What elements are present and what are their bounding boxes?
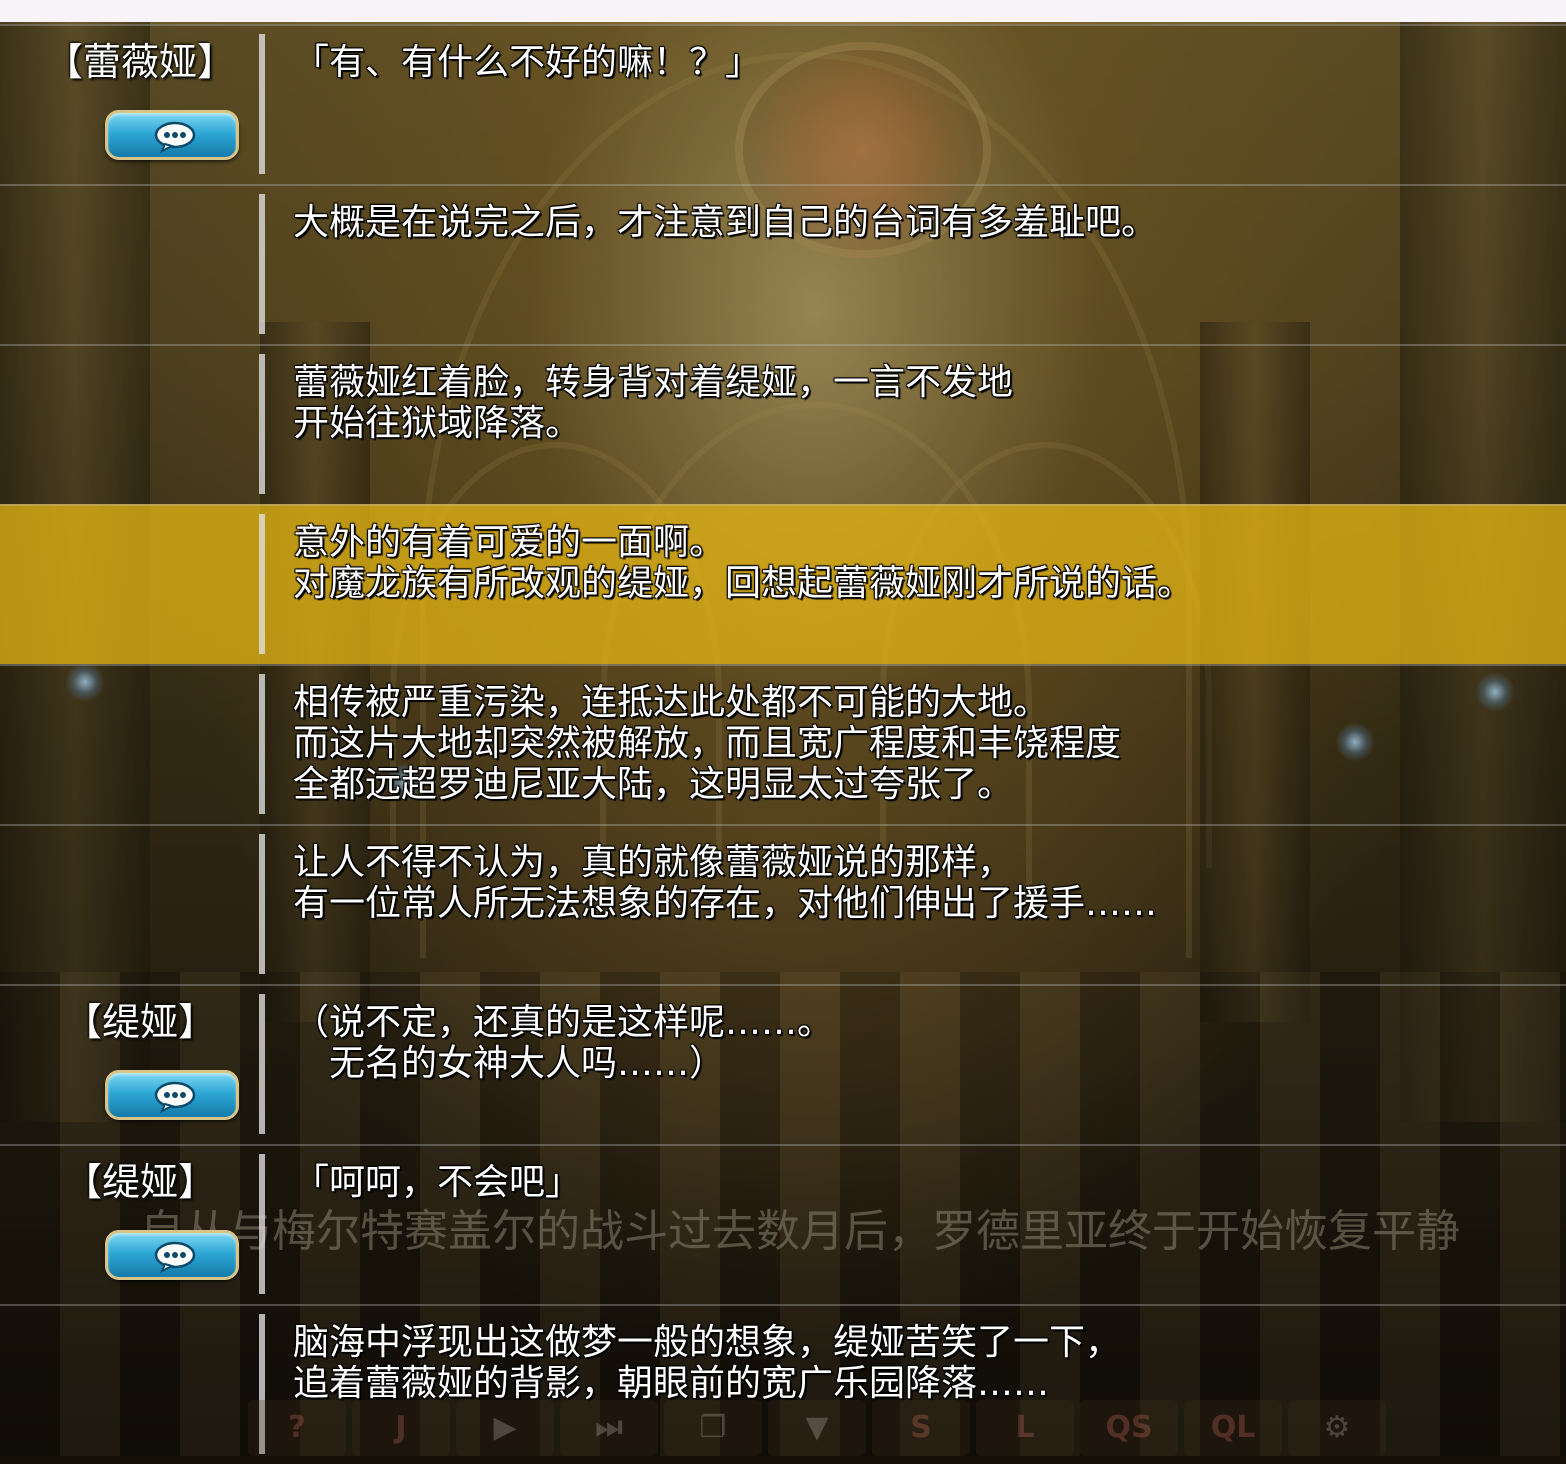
log-entry[interactable]: 让人不得不认为，真的就像蕾薇娅说的那样， 有一位常人所无法想象的存在，对他们伸出… [0,824,1566,984]
quick-button-label: S [910,1410,932,1445]
backlog-list[interactable]: 【蕾薇娅】 「有、有什么不好的嘛！？」大概是在说完之后，才注意到自己的台词有多羞耻… [0,24,1566,1464]
quick-button-jump[interactable]: J [352,1400,450,1456]
speaker-name: 【缇娅】 [63,1160,216,1204]
dialogue-text: （说不定，还真的是这样呢……。 无名的女神大人吗……） [293,1002,834,1084]
quick-button-copy[interactable]: ❐ [664,1400,762,1456]
quick-menu-bar: ? J ▶ ⏭ ❐ ▼ S L QS QL ⚙ [248,1400,1566,1456]
quick-button-label: ? [288,1410,306,1445]
quick-button-label: QS [1105,1410,1153,1445]
log-entry[interactable]: 【缇娅】 （说不定，还真的是这样呢……。 无名的女神大人吗……） [0,984,1566,1144]
quick-button-quickload[interactable]: QL [1184,1400,1282,1456]
gear-icon: ⚙ [1323,1410,1351,1445]
play-icon: ▶ [493,1410,517,1445]
divider-line [259,674,265,814]
log-entry[interactable]: 【蕾薇娅】 「有、有什么不好的嘛！？」 [0,24,1566,184]
quick-button-label: QL [1210,1410,1256,1445]
dialogue-text: 脑海中浮现出这做梦一般的想象，缇娅苦笑了一下， 追着蕾薇娅的背影，朝眼前的宽广乐… [293,1322,1122,1404]
skip-icon: ⏭ [595,1410,623,1445]
quick-button-label: J [395,1410,407,1445]
divider-line [259,514,265,654]
quick-button-load[interactable]: L [976,1400,1074,1456]
speaker-name: 【蕾薇娅】 [44,40,235,84]
quick-button-skip[interactable]: ⏭ [560,1400,658,1456]
voice-replay-button[interactable] [105,1230,239,1280]
divider-line [259,1154,265,1294]
divider-line [259,994,265,1134]
dialogue-text: 让人不得不认为，真的就像蕾薇娅说的那样， 有一位常人所无法想象的存在，对他们伸出… [293,842,1158,924]
divider-line [259,834,265,974]
divider-line [259,34,265,174]
dialogue-text: 蕾薇娅红着脸，转身背对着缇娅，一言不发地 开始往狱域降落。 [293,362,1014,444]
log-entry[interactable]: 大概是在说完之后，才注意到自己的台词有多羞耻吧。 [0,184,1566,344]
quick-button-play[interactable]: ▶ [456,1400,554,1456]
dialogue-text: 「有、有什么不好的嘛！？」 [293,42,762,83]
quick-button-quicksave[interactable]: QS [1080,1400,1178,1456]
quick-button-help[interactable]: ? [248,1400,346,1456]
log-entry[interactable]: 相传被严重污染，连抵达此处都不可能的大地。 而这片大地却突然被解放，而且宽广程度… [0,664,1566,824]
dialogue-text: 大概是在说完之后，才注意到自己的台词有多羞耻吧。 [293,202,1158,243]
divider-line [259,354,265,494]
voice-replay-button[interactable] [105,1070,239,1120]
quick-button-chevron-down[interactable]: ▼ [768,1400,866,1456]
voice-replay-button[interactable] [105,110,239,160]
quick-button-save[interactable]: S [872,1400,970,1456]
dialogue-text: 相传被严重污染，连抵达此处都不可能的大地。 而这片大地却突然被解放，而且宽广程度… [293,682,1122,805]
dialogue-text: 意外的有着可爱的一面啊。 对魔龙族有所改观的缇娅，回想起蕾薇娅刚才所说的话。 [293,522,1194,604]
dialogue-text: 「呵呵，不会吧」 [293,1162,582,1203]
copy-icon: ❐ [699,1410,727,1445]
log-entry[interactable]: 意外的有着可爱的一面啊。 对魔龙族有所改观的缇娅，回想起蕾薇娅刚才所说的话。 [0,504,1566,664]
log-entry[interactable]: 蕾薇娅红着脸，转身背对着缇娅，一言不发地 开始往狱域降落。 [0,344,1566,504]
chevron-down-icon: ▼ [805,1410,829,1445]
quick-button-gear[interactable]: ⚙ [1288,1400,1386,1456]
quick-button-label: L [1015,1410,1035,1445]
log-entry[interactable]: 【缇娅】 「呵呵，不会吧」 [0,1144,1566,1304]
window-top-strip [0,0,1566,22]
speaker-name: 【缇娅】 [63,1000,216,1044]
divider-line [259,194,265,334]
